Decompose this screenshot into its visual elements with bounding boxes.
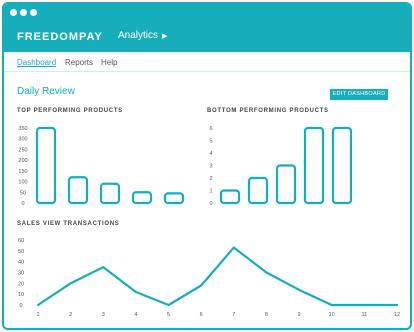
y-tick-label: 1 (209, 189, 212, 195)
y-tick-label: 3 (209, 164, 212, 170)
x-tick-label: 2 (69, 312, 72, 318)
x-tick-label: 4 (134, 312, 137, 318)
x-tick-label: 8 (265, 312, 268, 318)
x-tick-label: 5 (167, 312, 170, 318)
bar (303, 126, 325, 205)
y-tick-label: 200 (18, 158, 27, 164)
bar (331, 126, 353, 205)
y-tick-label: 150 (18, 169, 27, 175)
x-tick-label: 6 (200, 312, 203, 318)
x-tick-label: 3 (102, 312, 105, 318)
bar (247, 176, 269, 205)
x-tick-label: 7 (232, 312, 235, 318)
y-tick-label: 6 (209, 126, 212, 132)
y-tick-label: 40 (18, 260, 24, 266)
y-tick-label: 20 (18, 281, 24, 287)
y-tick-label: 300 (18, 137, 27, 143)
y-tick-label: 350 (18, 126, 27, 132)
x-tick-label: 9 (298, 312, 301, 318)
y-tick-label: 50 (20, 190, 26, 196)
y-tick-label: 250 (18, 147, 27, 153)
browser-window: FREEDOMPAY Analytics ▶ Dashboard Reports … (2, 2, 412, 330)
bar (35, 126, 57, 205)
bar (275, 164, 297, 205)
y-tick-label: 0 (21, 201, 24, 207)
x-tick-label: 11 (362, 312, 368, 318)
x-tick-label: 12 (394, 312, 400, 318)
series-line (36, 246, 399, 307)
bar (131, 191, 153, 205)
y-tick-label: 60 (18, 238, 24, 244)
y-tick-label: 4 (209, 151, 212, 157)
bar (219, 189, 241, 205)
y-tick-label: 10 (18, 292, 24, 298)
x-tick-label: 10 (329, 312, 335, 318)
charts-canvas: 0501001502002503003500123456010203040506… (18, 126, 400, 318)
x-tick-label: 1 (36, 312, 39, 318)
y-tick-label: 100 (18, 180, 27, 186)
y-tick-label: 5 (209, 139, 212, 145)
y-tick-label: 2 (209, 176, 212, 182)
y-tick-label: 50 (18, 249, 24, 255)
y-tick-label: 0 (19, 303, 22, 309)
y-tick-label: 30 (18, 271, 24, 277)
bar (163, 192, 185, 205)
bar (67, 176, 89, 205)
bar (99, 182, 121, 205)
y-tick-label: 0 (209, 201, 212, 207)
